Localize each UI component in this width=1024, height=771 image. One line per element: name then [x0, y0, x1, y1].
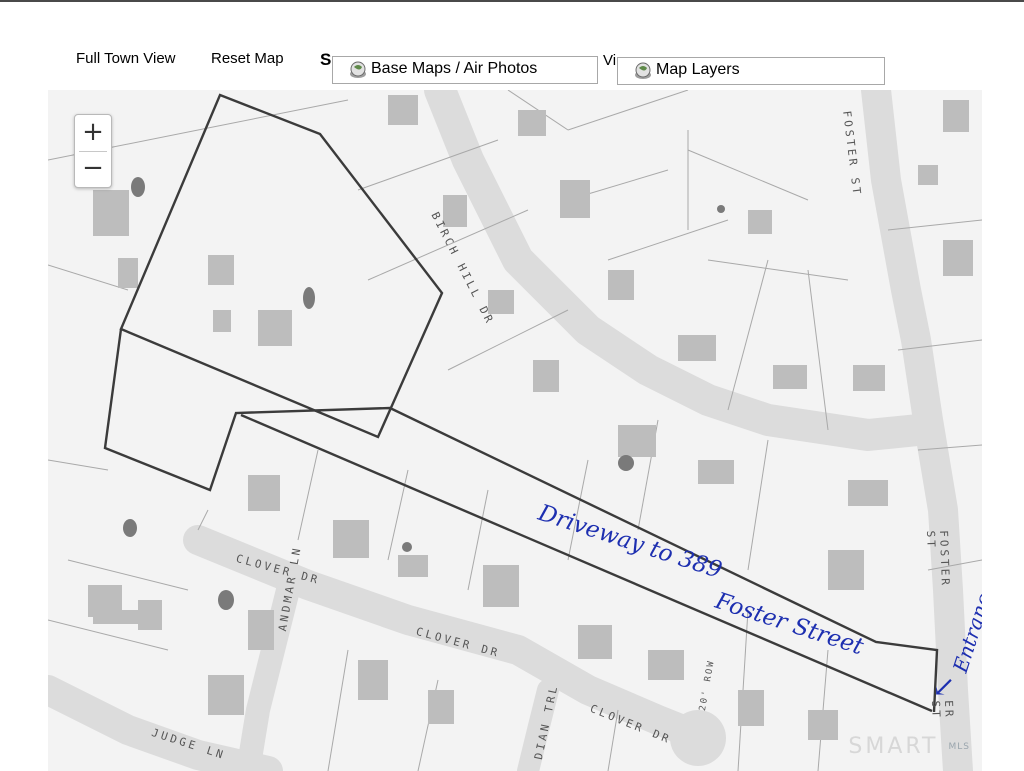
street-label-foster-bottom: ER ST: [929, 700, 956, 721]
parcel-map-graphic: [48, 90, 982, 771]
base-maps-label: Base Maps / Air Photos: [371, 60, 538, 77]
clipped-toolbar-item: S: [320, 50, 332, 69]
top-border: [0, 0, 1024, 2]
full-town-view-link[interactable]: Full Town View: [76, 50, 176, 67]
map-layers-dropdown[interactable]: Map Layers: [617, 57, 885, 85]
map-layers-label: Map Layers: [656, 61, 740, 78]
reset-map-link[interactable]: Reset Map: [211, 50, 284, 67]
layers-icon: [635, 62, 651, 79]
logo-suffix: MLS: [948, 742, 970, 752]
zoom-in-button[interactable]: +: [75, 115, 111, 151]
layers-icon: [350, 61, 366, 78]
street-label-foster-south: FOSTER ST: [924, 530, 953, 589]
clipped-view-item: Vi: [603, 52, 617, 69]
entrance-arrow-icon: ↙: [932, 670, 956, 703]
smart-mls-logo: SMART MLS: [848, 734, 970, 759]
logo-brand: SMART: [848, 734, 939, 759]
zoom-control: + −: [74, 114, 112, 188]
base-maps-dropdown[interactable]: Base Maps / Air Photos: [332, 56, 598, 84]
roads: [48, 90, 973, 771]
zoom-out-button[interactable]: −: [75, 151, 111, 187]
parcel-map[interactable]: BIRCH HILL DR FOSTER ST FOSTER ST ER ST …: [48, 90, 982, 771]
